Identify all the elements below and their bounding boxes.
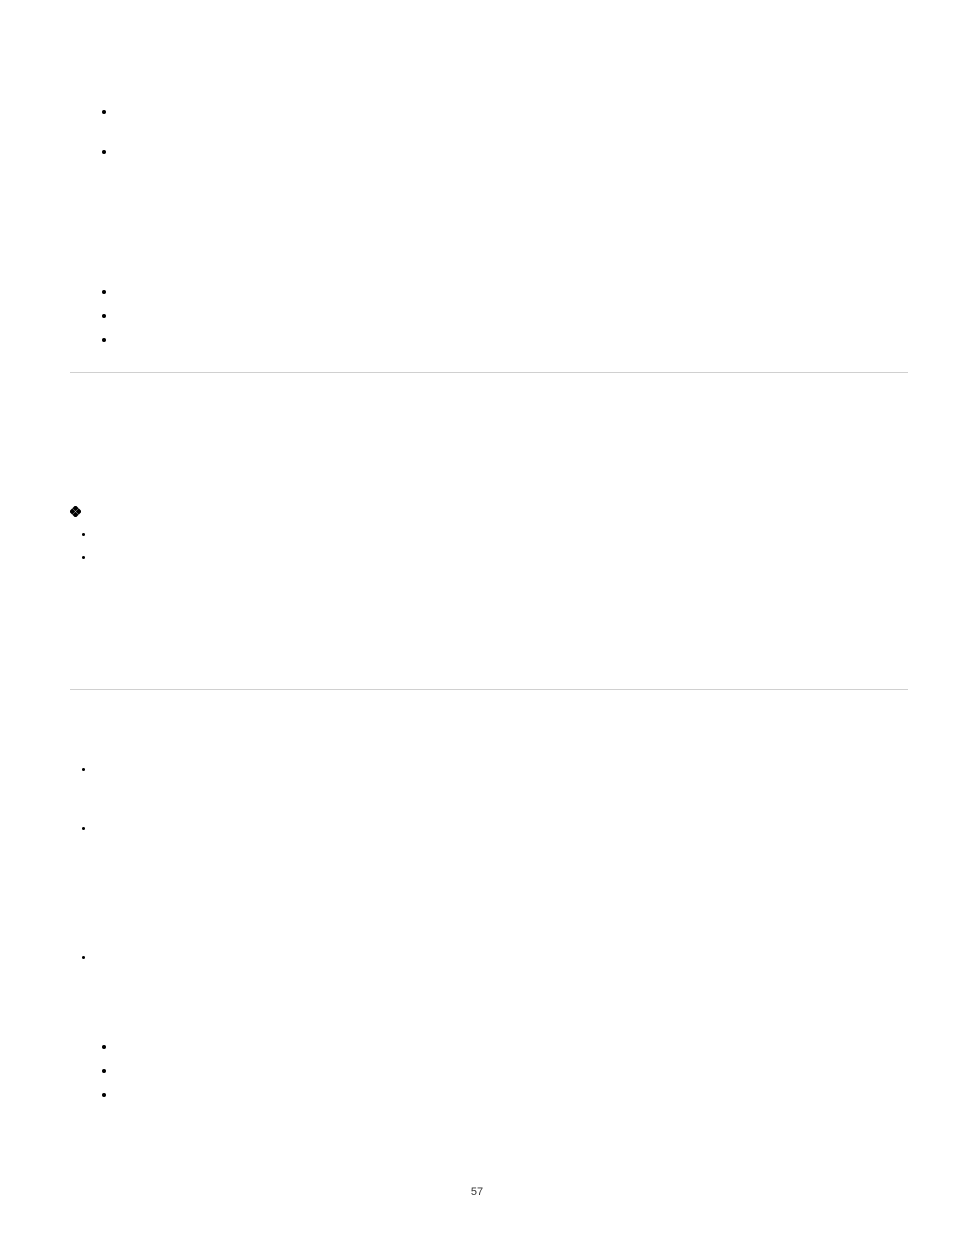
bullet-icon — [82, 827, 85, 830]
list-item — [82, 548, 908, 559]
list-item — [102, 1085, 908, 1097]
bullet-icon — [102, 1069, 106, 1073]
bullet-icon — [102, 1045, 106, 1049]
bullet-list — [82, 760, 908, 959]
sub-bullet-list — [82, 525, 908, 559]
list-item — [82, 760, 908, 771]
bullet-list — [102, 1037, 908, 1097]
diamond-section — [70, 501, 908, 559]
bullet-icon — [82, 768, 85, 771]
list-item — [102, 306, 908, 318]
page-number: 57 — [471, 1186, 483, 1198]
list-item — [102, 1061, 908, 1073]
list-item — [102, 1037, 908, 1049]
horizontal-divider — [70, 689, 908, 690]
bullet-icon — [82, 556, 85, 559]
list-item — [102, 102, 908, 114]
bullet-list — [102, 102, 908, 154]
bullet-icon — [82, 533, 85, 536]
horizontal-divider — [70, 372, 908, 373]
list-item — [102, 142, 908, 154]
document-page — [0, 0, 954, 1149]
diamond-icon — [70, 504, 81, 515]
list-item — [102, 282, 908, 294]
bullet-icon — [102, 1093, 106, 1097]
bullet-icon — [102, 338, 106, 342]
list-item — [70, 501, 908, 515]
list-item — [82, 948, 908, 959]
bullet-icon — [102, 314, 106, 318]
list-item — [82, 819, 908, 830]
bullet-icon — [102, 150, 106, 154]
bullet-icon — [102, 110, 106, 114]
list-item — [82, 525, 908, 536]
bullet-list — [102, 282, 908, 342]
bullet-icon — [82, 956, 85, 959]
bullet-icon — [102, 290, 106, 294]
list-item — [102, 330, 908, 342]
